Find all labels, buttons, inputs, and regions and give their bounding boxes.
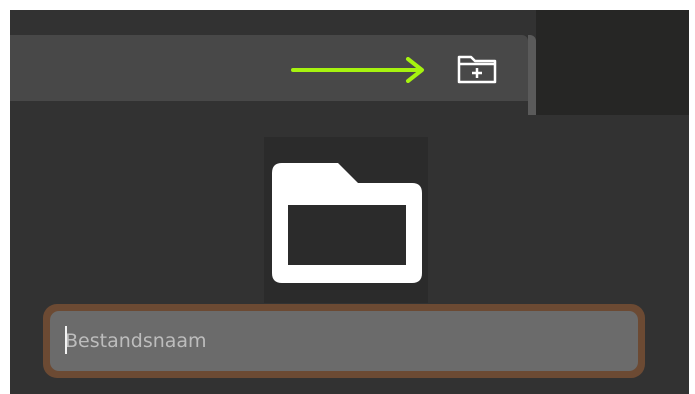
- toolbar-edge: [528, 35, 536, 115]
- new-folder-button[interactable]: [451, 48, 503, 88]
- annotation-arrow: [291, 57, 424, 83]
- top-right-panel: [536, 10, 689, 115]
- dialog-window: [10, 10, 689, 394]
- filename-input[interactable]: [50, 311, 638, 371]
- folder-preview: [264, 137, 428, 303]
- folder-icon: [272, 163, 422, 283]
- new-folder-icon: [457, 55, 497, 84]
- text-caret: [65, 326, 67, 354]
- filename-field-focus-ring: [43, 304, 645, 378]
